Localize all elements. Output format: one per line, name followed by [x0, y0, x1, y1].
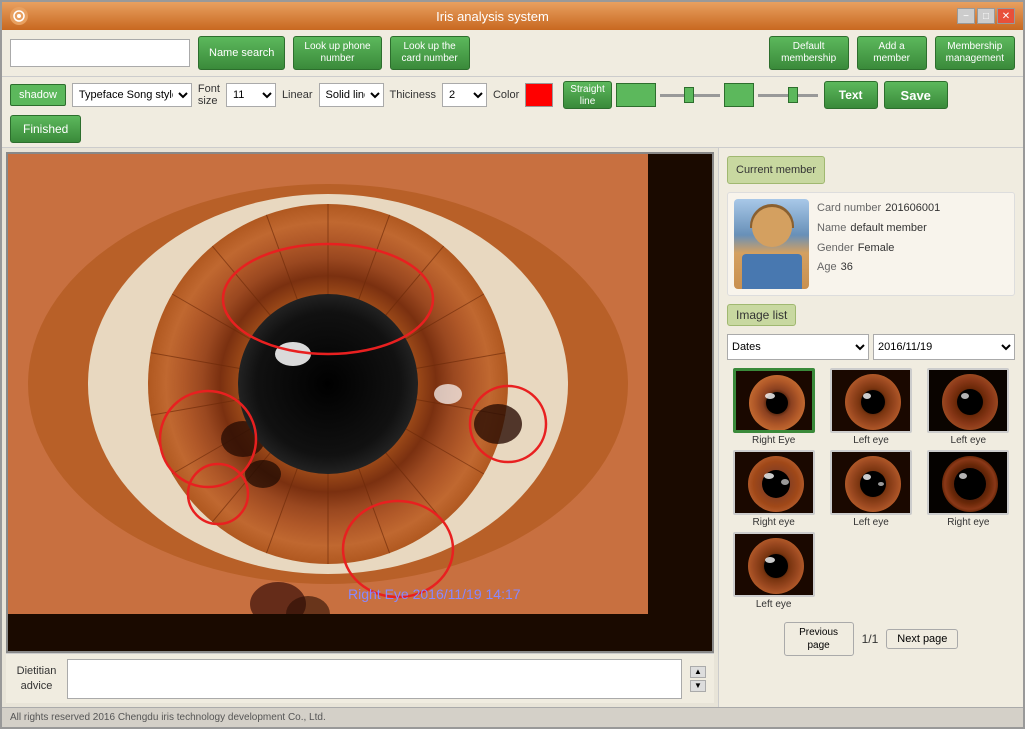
current-member-button[interactable]: Current member — [727, 156, 825, 184]
linear-label: Linear — [282, 89, 313, 101]
thumb-image-2[interactable] — [830, 368, 912, 433]
gender-value: Female — [858, 239, 895, 259]
line-style-button[interactable] — [616, 83, 656, 107]
thumb-image-7[interactable] — [733, 532, 815, 597]
thumb-image-5[interactable] — [830, 450, 912, 515]
window-title: Iris analysis system — [28, 9, 957, 24]
textarea-scrollbar[interactable]: ▲ ▼ — [690, 666, 706, 692]
save-button[interactable]: Save — [884, 81, 948, 109]
minimize-button[interactable]: − — [957, 8, 975, 24]
image-grid: Right Eye — [727, 368, 1015, 610]
thumb-image-4[interactable] — [733, 450, 815, 515]
top-controls-bar: Name search Look up phonenumber Look up … — [2, 30, 1023, 77]
avatar-body — [742, 254, 802, 289]
typeface-select[interactable]: Typeface Song style — [72, 83, 192, 107]
drawing-toolbar: shadow Typeface Song style Fontsize 11 L… — [2, 77, 1023, 148]
line-style-select[interactable]: Solid line — [319, 83, 384, 107]
right-panel: Current member Card number 201606001 — [718, 148, 1023, 707]
name-search-button[interactable]: Name search — [198, 36, 285, 70]
gender-field: Gender Female — [817, 239, 1008, 259]
thumb-label-3: Left eye — [951, 435, 987, 446]
pagination: Previouspage 1/1 Next page — [727, 622, 1015, 656]
card-number-value: 201606001 — [885, 199, 940, 219]
line-thickness-slider[interactable] — [758, 83, 818, 107]
close-button[interactable]: ✕ — [997, 8, 1015, 24]
card-number-label: Card number — [817, 199, 881, 219]
age-label: Age — [817, 258, 837, 278]
add-member-button[interactable]: Add amember — [857, 36, 927, 70]
thumb-right-eye-1[interactable]: Right Eye — [727, 368, 820, 446]
member-card: Card number 201606001 Name default membe… — [727, 192, 1015, 296]
shadow-label: shadow — [10, 84, 66, 106]
iris-canvas: Right Eye 2016/11/19 14:17 — [8, 154, 648, 614]
bottom-panel: Dietitianadvice ▲ ▼ — [6, 653, 714, 703]
lookup-phone-button[interactable]: Look up phonenumber — [293, 36, 381, 70]
line-opacity-slider[interactable] — [660, 83, 720, 107]
image-panel: Right Eye 2016/11/19 14:17 Dietitianadvi… — [2, 148, 718, 707]
avatar-head — [752, 207, 792, 247]
scroll-down-arrow[interactable]: ▼ — [690, 680, 706, 692]
color-label: Color — [493, 89, 519, 101]
age-value: 36 — [841, 258, 853, 278]
window-controls: − □ ✕ — [957, 8, 1015, 24]
default-membership-button[interactable]: Defaultmembership — [769, 36, 849, 70]
gender-label: Gender — [817, 239, 854, 259]
date-value-dropdown[interactable]: 2016/11/19 — [873, 334, 1015, 360]
thumb-left-eye-3[interactable]: Left eye — [824, 450, 917, 528]
app-icon — [10, 7, 28, 25]
date-controls: Dates 2016/11/19 — [727, 334, 1015, 360]
thumb-label-2: Left eye — [853, 435, 889, 446]
name-label: Name — [817, 219, 846, 239]
name-value: default member — [850, 219, 926, 239]
thumb-label-5: Left eye — [853, 517, 889, 528]
member-info: Card number 201606001 Name default membe… — [817, 199, 1008, 278]
status-bar: All rights reserved 2016 Chengdu iris te… — [2, 707, 1023, 727]
dietitian-advice-label: Dietitianadvice — [14, 664, 59, 693]
straight-line-button[interactable]: Straightline — [563, 81, 611, 109]
age-field: Age 36 — [817, 258, 1008, 278]
thumb-image-1[interactable] — [733, 368, 815, 433]
thumb-label-4: Right eye — [753, 517, 795, 528]
color-picker[interactable] — [525, 83, 553, 107]
thumb-left-eye-1[interactable]: Left eye — [824, 368, 917, 446]
thickness-label: Thiciness — [390, 89, 436, 101]
thumb-label-1: Right Eye — [752, 435, 795, 446]
name-field: Name default member — [817, 219, 1008, 239]
dates-dropdown[interactable]: Dates — [727, 334, 869, 360]
thumb-label-6: Right eye — [947, 517, 989, 528]
line-type-button[interactable] — [724, 83, 754, 107]
advice-textarea[interactable] — [67, 659, 682, 699]
main-window: Iris analysis system − □ ✕ Name search L… — [0, 0, 1025, 729]
svg-text:Right Eye 2016/11/19 14:17: Right Eye 2016/11/19 14:17 — [348, 586, 521, 602]
maximize-button[interactable]: □ — [977, 8, 995, 24]
thickness-select[interactable]: 2 — [442, 83, 487, 107]
finished-button[interactable]: Finished — [10, 115, 81, 143]
page-number: 1/1 — [862, 632, 879, 646]
titlebar: Iris analysis system − □ ✕ — [2, 2, 1023, 30]
font-size-select[interactable]: 11 — [226, 83, 276, 107]
scroll-up-arrow[interactable]: ▲ — [690, 666, 706, 678]
card-number-field: Card number 201606001 — [817, 199, 1008, 219]
thumb-image-6[interactable] — [927, 450, 1009, 515]
search-input[interactable] — [10, 39, 190, 67]
image-list-label: Image list — [727, 304, 796, 326]
thumb-left-eye-4[interactable]: Left eye — [727, 532, 820, 610]
iris-image-container[interactable]: Right Eye 2016/11/19 14:17 — [6, 152, 714, 653]
thumb-right-eye-3[interactable]: Right eye — [922, 450, 1015, 528]
lookup-card-button[interactable]: Look up thecard number — [390, 36, 470, 70]
status-text: All rights reserved 2016 Chengdu iris te… — [10, 712, 326, 723]
text-button[interactable]: Text — [824, 81, 878, 109]
member-avatar — [734, 199, 809, 289]
membership-management-button[interactable]: Membershipmanagement — [935, 36, 1015, 70]
thumb-left-eye-2[interactable]: Left eye — [922, 368, 1015, 446]
thumb-label-7: Left eye — [756, 599, 792, 610]
next-page-button[interactable]: Next page — [886, 629, 958, 649]
thumb-right-eye-2[interactable]: Right eye — [727, 450, 820, 528]
previous-page-button[interactable]: Previouspage — [784, 622, 854, 656]
thumb-image-3[interactable] — [927, 368, 1009, 433]
font-size-label: Fontsize — [198, 83, 220, 107]
main-content: Right Eye 2016/11/19 14:17 Dietitianadvi… — [2, 148, 1023, 707]
